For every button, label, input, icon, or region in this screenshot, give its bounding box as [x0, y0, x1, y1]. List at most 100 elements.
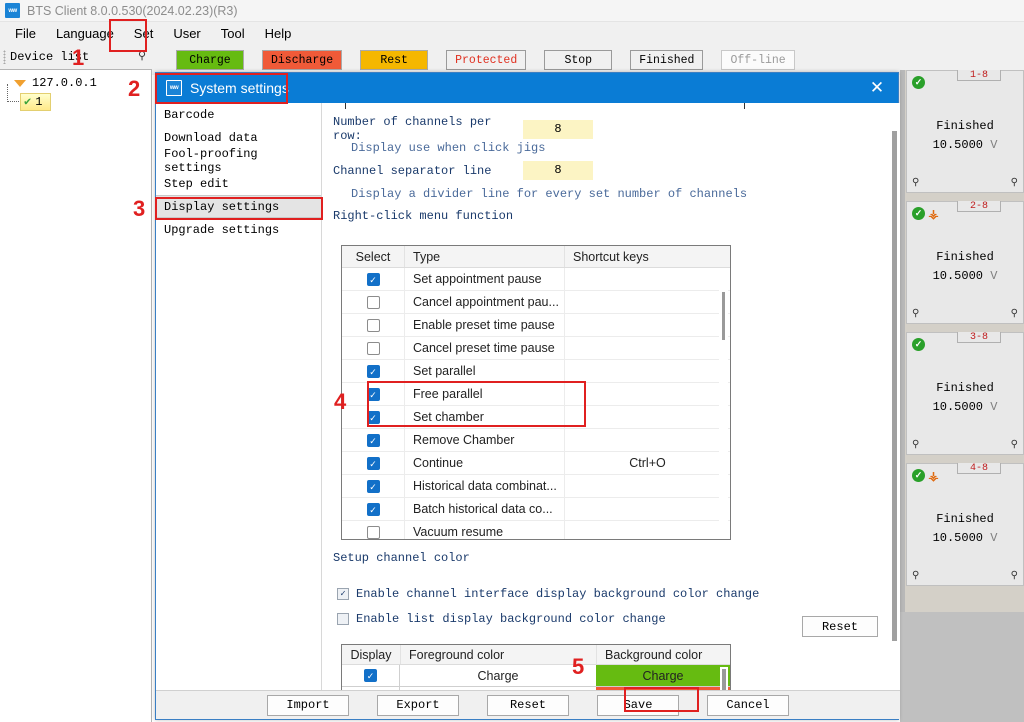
row-checkbox-cell[interactable]: ✓ — [342, 498, 404, 520]
checkbox-checked[interactable]: ✓ — [337, 588, 349, 600]
status-button-charge[interactable]: Charge — [176, 50, 244, 70]
checkbox-checked[interactable]: ✓ — [366, 410, 380, 424]
table-row[interactable]: ✓ Continue Ctrl+O — [342, 452, 730, 475]
table-row[interactable]: ✓ Batch historical data co... — [342, 498, 730, 521]
table-row[interactable]: Vacuum resume — [342, 521, 730, 539]
channel-panel[interactable]: 2-8 ✓ ⚶ Finished 10.5000 V ⚲ ⚲ — [906, 201, 1024, 324]
color-table-row-charge[interactable]: ✓ Charge Charge — [342, 665, 730, 687]
reset-color-button[interactable]: Reset — [802, 616, 878, 637]
status-button-protected[interactable]: Protected — [446, 50, 527, 70]
row-shortcut-cell — [564, 406, 730, 428]
row-checkbox-cell[interactable] — [342, 314, 404, 336]
option-channel-background-color[interactable]: ✓ Enable channel interface display backg… — [337, 587, 759, 601]
reset-button[interactable]: Reset — [487, 694, 569, 716]
close-icon[interactable]: ✕ — [866, 78, 888, 98]
status-button-finished[interactable]: Finished — [630, 50, 704, 70]
checkbox-unchecked[interactable] — [366, 341, 380, 355]
channel-separator-input[interactable]: 8 — [523, 161, 593, 180]
checkbox-checked[interactable]: ✓ — [366, 456, 380, 470]
dialog-vertical-scrollbar[interactable] — [889, 103, 900, 692]
checkbox-unchecked[interactable] — [366, 318, 380, 332]
table-row[interactable]: ✓ Set parallel — [342, 360, 730, 383]
pin-icon-right[interactable]: ⚲ — [1011, 309, 1018, 319]
row-checkbox-cell[interactable]: ✓ — [342, 268, 404, 290]
scrollbar-thumb[interactable] — [722, 292, 725, 340]
scrollbar-thumb[interactable] — [722, 669, 726, 692]
channel-list-scrollbar[interactable] — [900, 70, 905, 612]
pin-icon-right[interactable]: ⚲ — [1011, 178, 1018, 188]
pin-icon-left[interactable]: ⚲ — [912, 178, 919, 188]
checkbox-checked[interactable]: ✓ — [366, 433, 380, 447]
channels-per-row-input[interactable]: 8 — [523, 119, 593, 139]
table-row-remove-chamber[interactable]: ✓ Remove Chamber — [342, 429, 730, 452]
table-row[interactable]: Cancel preset time pause — [342, 337, 730, 360]
table-row-set-chamber[interactable]: ✓ Set chamber — [342, 406, 730, 429]
option-list-background-color[interactable]: Enable list display background color cha… — [337, 612, 666, 626]
checkbox-checked[interactable]: ✓ — [366, 502, 380, 516]
table-row[interactable]: ✓ Free parallel — [342, 383, 730, 406]
channel-panel[interactable]: 4-8 ✓ ⚶ Finished 10.5000 V ⚲ ⚲ — [906, 463, 1024, 586]
row-checkbox-cell[interactable]: ✓ — [342, 452, 404, 474]
menu-item-help[interactable]: Help — [255, 24, 302, 43]
display-checkbox-cell[interactable]: ✓ — [342, 665, 400, 687]
scrollbar-thumb[interactable] — [892, 131, 897, 641]
nav-item-upgrade-settings[interactable]: Upgrade settings — [156, 218, 321, 241]
row-checkbox-cell[interactable] — [342, 291, 404, 313]
export-button[interactable]: Export — [377, 694, 459, 716]
drag-grip-icon[interactable] — [3, 50, 6, 64]
row-checkbox-cell[interactable]: ✓ — [342, 383, 404, 405]
checkbox-checked[interactable]: ✓ — [366, 272, 380, 286]
nav-item-fool-proofing-settings[interactable]: Fool-proofing settings — [156, 147, 321, 175]
menu-item-user[interactable]: User — [163, 24, 210, 43]
channel-color-table: Display Foreground color Background colo… — [341, 644, 731, 692]
status-button-stop[interactable]: Stop — [544, 50, 613, 70]
table-scrollbar[interactable] — [719, 270, 728, 538]
nav-item-step-edit[interactable]: Step edit — [156, 172, 321, 195]
menu-item-tool[interactable]: Tool — [211, 24, 255, 43]
pin-icon-right[interactable]: ⚲ — [1011, 571, 1018, 581]
tree-child-chip[interactable]: ✔ 1 — [20, 93, 52, 111]
column-header-display: Display — [350, 647, 392, 662]
pin-icon-left[interactable]: ⚲ — [912, 571, 919, 581]
pin-icon[interactable]: ⚲ — [138, 51, 146, 62]
nav-item-display-settings[interactable]: Display settings — [156, 195, 321, 218]
row-checkbox-cell[interactable]: ✓ — [342, 360, 404, 382]
channel-panel[interactable]: 3-8 ✓ Finished 10.5000 V ⚲ ⚲ — [906, 332, 1024, 455]
table-row[interactable]: ✓ Set appointment pause — [342, 268, 730, 291]
pin-icon-left[interactable]: ⚲ — [912, 309, 919, 319]
menu-item-file[interactable]: File — [5, 24, 46, 43]
menu-item-language[interactable]: Language — [46, 24, 124, 43]
checkbox-unchecked[interactable] — [366, 525, 380, 539]
menu-item-set[interactable]: Set — [124, 24, 164, 43]
checkbox-unchecked[interactable] — [337, 613, 349, 625]
row-checkbox-cell[interactable] — [342, 521, 404, 539]
table-row[interactable]: ✓ Historical data combinat... — [342, 475, 730, 498]
cancel-button[interactable]: Cancel — [707, 694, 789, 716]
import-button[interactable]: Import — [267, 694, 349, 716]
checkbox-checked[interactable]: ✓ — [366, 479, 380, 493]
color-table-scrollbar[interactable] — [720, 667, 728, 692]
row-type-cell: Historical data combinat... — [404, 475, 564, 497]
table-row[interactable]: Cancel appointment pau... — [342, 291, 730, 314]
row-checkbox-cell[interactable]: ✓ — [342, 429, 404, 451]
status-button-discharge[interactable]: Discharge — [262, 50, 343, 70]
channel-panel[interactable]: 1-8 ✓ Finished 10.5000 V ⚲ ⚲ — [906, 70, 1024, 193]
checkbox-checked[interactable]: ✓ — [364, 669, 377, 682]
checkbox-checked[interactable]: ✓ — [366, 387, 380, 401]
nav-item-barcode[interactable]: Barcode — [156, 103, 321, 126]
checkbox-unchecked[interactable] — [366, 295, 380, 309]
row-checkbox-cell[interactable] — [342, 337, 404, 359]
table-row[interactable]: Enable preset time pause — [342, 314, 730, 337]
color-table-header: Display Foreground color Background colo… — [342, 645, 730, 665]
row-checkbox-cell[interactable]: ✓ — [342, 475, 404, 497]
checkbox-checked[interactable]: ✓ — [366, 364, 380, 378]
pin-icon-right[interactable]: ⚲ — [1011, 440, 1018, 450]
channel-voltage: 10.5000 V — [907, 136, 1023, 155]
foreground-color-cell[interactable]: Charge — [400, 665, 596, 687]
status-button-rest[interactable]: Rest — [360, 50, 429, 70]
row-checkbox-cell[interactable]: ✓ — [342, 406, 404, 428]
pin-icon-left[interactable]: ⚲ — [912, 440, 919, 450]
save-button[interactable]: Save — [597, 694, 679, 716]
status-button-offline[interactable]: Off-line — [721, 50, 795, 70]
background-color-cell[interactable]: Charge — [596, 665, 730, 687]
